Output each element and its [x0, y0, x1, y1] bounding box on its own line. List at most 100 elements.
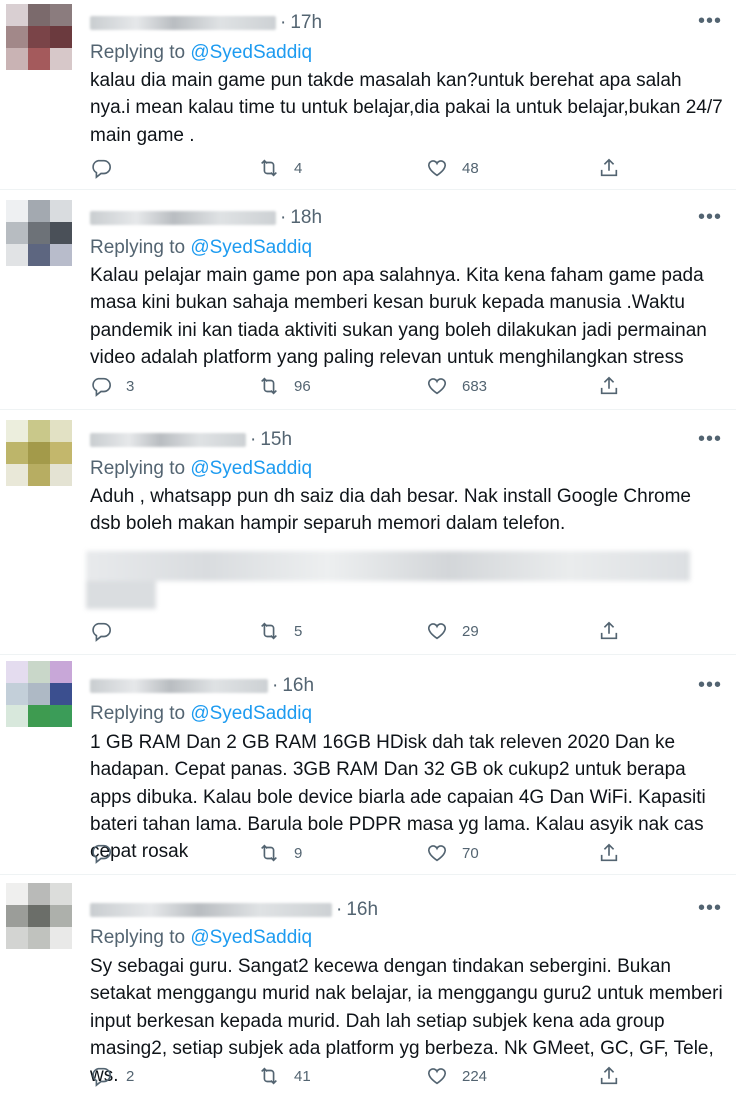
more-dots-icon[interactable]: ••• — [698, 897, 722, 920]
replying-to: Replying to @SyedSaddiq — [90, 703, 312, 725]
tweet-time[interactable]: 17h — [290, 12, 322, 34]
retweet-count: 9 — [294, 844, 303, 862]
retweet-button[interactable]: 5 — [258, 620, 304, 642]
reply-button[interactable]: 2 — [90, 1065, 136, 1087]
tweet-actions: 2 41 224 — [90, 1065, 630, 1091]
blurred-username[interactable] — [90, 903, 332, 917]
retweet-count: 41 — [294, 1067, 311, 1085]
reply-button[interactable] — [90, 157, 136, 179]
like-count: 224 — [462, 1067, 488, 1085]
reply-bubble-icon — [92, 1067, 111, 1087]
reply-button[interactable] — [90, 620, 136, 642]
like-button[interactable]: 29 — [426, 620, 479, 642]
tweet-header: · 17h — [90, 11, 322, 35]
reply-bubble-icon — [92, 622, 111, 642]
more-dots-icon[interactable]: ••• — [698, 674, 722, 697]
like-button[interactable]: 48 — [426, 157, 479, 179]
replying-to: Replying to @SyedSaddiq — [90, 237, 312, 259]
share-upload-icon — [600, 843, 618, 862]
retweet-icon — [261, 622, 277, 640]
blurred-username[interactable] — [90, 16, 276, 30]
tweet-header: · 15h — [90, 428, 292, 452]
avatar[interactable] — [6, 4, 72, 70]
share-upload-icon — [600, 376, 618, 395]
reply-handle-link[interactable]: @SyedSaddiq — [190, 42, 312, 63]
tweet-actions: 5 29 — [90, 620, 630, 646]
more-dots-icon[interactable]: ••• — [698, 206, 722, 229]
like-button[interactable]: 70 — [426, 842, 479, 864]
share-upload-icon — [600, 621, 618, 640]
share-button[interactable] — [598, 620, 634, 642]
avatar[interactable] — [6, 200, 72, 266]
tweet[interactable]: · 16h ••• Replying to @SyedSaddiq 1 GB R… — [0, 655, 736, 875]
share-button[interactable] — [598, 842, 634, 864]
reply-label: Replying to — [90, 703, 191, 724]
blurred-username[interactable] — [90, 433, 246, 447]
share-upload-icon — [600, 1066, 618, 1085]
avatar[interactable] — [6, 420, 72, 486]
replying-to: Replying to @SyedSaddiq — [90, 927, 312, 949]
blurred-username[interactable] — [90, 679, 268, 693]
dot-separator: · — [272, 675, 279, 696]
tweet-time[interactable]: 16h — [346, 899, 378, 921]
retweet-count: 4 — [294, 159, 303, 177]
retweet-button[interactable]: 96 — [258, 375, 311, 397]
dot-separator: · — [280, 207, 287, 228]
dot-separator: · — [250, 429, 257, 450]
reply-count: 3 — [126, 377, 135, 395]
like-button[interactable]: 683 — [426, 375, 487, 397]
retweet-icon — [261, 844, 277, 862]
reply-handle-link[interactable]: @SyedSaddiq — [190, 927, 312, 948]
reply-bubble-icon — [92, 377, 111, 397]
avatar[interactable] — [6, 883, 72, 949]
reply-handle-link[interactable]: @SyedSaddiq — [190, 237, 312, 258]
tweet[interactable]: · 15h ••• Replying to @SyedSaddiq Aduh ,… — [0, 410, 736, 655]
tweet-header: · 16h — [90, 898, 378, 922]
dot-separator: · — [280, 12, 287, 33]
heart-icon — [427, 623, 447, 640]
tweet-text: Aduh , whatsapp pun dh saiz dia dah besa… — [90, 486, 691, 535]
reply-button[interactable] — [90, 842, 136, 864]
tweet-time[interactable]: 15h — [260, 429, 292, 451]
blurred-username[interactable] — [90, 211, 276, 225]
tweet[interactable]: · 16h ••• Replying to @SyedSaddiq Sy seb… — [0, 875, 736, 1104]
tweet-header: · 16h — [90, 674, 314, 698]
reply-handle-link[interactable]: @SyedSaddiq — [190, 703, 312, 724]
retweet-count: 96 — [294, 377, 311, 395]
retweet-icon — [261, 377, 277, 395]
share-button[interactable] — [598, 157, 634, 179]
tweet[interactable]: · 17h ••• Replying to @SyedSaddiq kalau … — [0, 0, 736, 190]
more-dots-icon[interactable]: ••• — [698, 10, 722, 33]
like-button[interactable]: 224 — [426, 1065, 487, 1087]
share-button[interactable] — [598, 375, 634, 397]
replying-to: Replying to @SyedSaddiq — [90, 458, 312, 480]
tweet[interactable]: · 18h ••• Replying to @SyedSaddiq Kalau … — [0, 190, 736, 410]
retweet-button[interactable]: 9 — [258, 842, 304, 864]
tweet-actions: 9 70 — [90, 842, 630, 868]
like-count: 48 — [462, 159, 479, 177]
heart-icon — [427, 845, 447, 862]
tweet-actions: 4 48 — [90, 157, 630, 183]
reply-bubble-icon — [92, 844, 111, 864]
tweet-header: · 18h — [90, 206, 322, 230]
reply-button[interactable]: 3 — [90, 375, 136, 397]
retweet-icon — [261, 159, 277, 177]
reply-bubble-icon — [92, 159, 111, 179]
reply-label: Replying to — [90, 237, 191, 258]
tweet-time[interactable]: 16h — [282, 675, 314, 697]
retweet-button[interactable]: 4 — [258, 157, 304, 179]
retweet-button[interactable]: 41 — [258, 1065, 311, 1087]
more-dots-icon[interactable]: ••• — [698, 428, 722, 451]
replying-to: Replying to @SyedSaddiq — [90, 42, 312, 64]
like-count: 683 — [462, 377, 488, 395]
retweet-count: 5 — [294, 622, 303, 640]
blurred-content — [86, 551, 690, 611]
tweet-time[interactable]: 18h — [290, 207, 322, 229]
heart-icon — [427, 378, 447, 395]
avatar[interactable] — [6, 661, 72, 727]
heart-icon — [427, 1068, 447, 1085]
reply-count: 2 — [126, 1067, 135, 1085]
retweet-icon — [261, 1067, 277, 1085]
share-button[interactable] — [598, 1065, 634, 1087]
reply-handle-link[interactable]: @SyedSaddiq — [190, 458, 312, 479]
